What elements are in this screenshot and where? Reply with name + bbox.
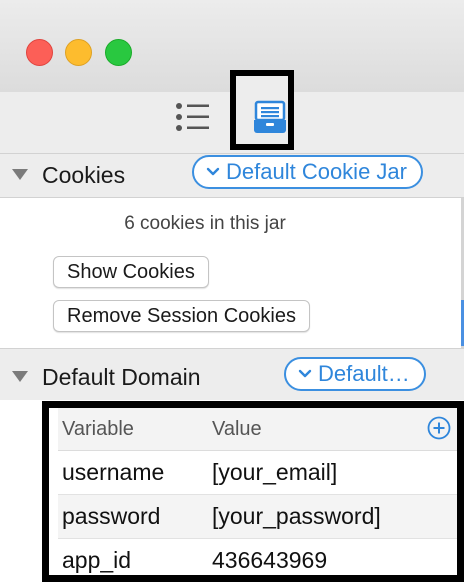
variable-cell[interactable]: password (62, 503, 160, 530)
cookie-jar-icon (254, 100, 286, 133)
show-cookies-button[interactable]: Show Cookies (53, 256, 209, 288)
default-domain-section-title: Default Domain (42, 364, 201, 390)
domain-select-label: Default… (318, 361, 410, 386)
table-row[interactable]: username [your_email] (58, 451, 457, 495)
add-variable-icon[interactable] (427, 416, 451, 440)
minimize-window-button[interactable] (65, 39, 92, 66)
cookie-count-text: 6 cookies in this jar (124, 213, 286, 234)
variables-table: Variable Value username [your_email] pas… (42, 401, 464, 582)
variable-column-header: Variable (62, 418, 134, 440)
cookie-jar-tab[interactable] (230, 70, 294, 150)
table-row[interactable]: password [your_password] (58, 495, 457, 539)
table-header: Variable Value (58, 408, 457, 451)
divider (0, 348, 464, 349)
table-row[interactable]: app_id 436643969 (58, 539, 457, 582)
value-cell[interactable]: 436643969 (212, 547, 327, 574)
list-icon[interactable] (175, 102, 211, 132)
close-window-button[interactable] (26, 39, 53, 66)
domain-select-button[interactable]: Default… (284, 357, 426, 391)
remove-session-cookies-button[interactable]: Remove Session Cookies (53, 300, 310, 332)
environment-window: Cookies Default Cookie Jar 6 cookies in … (0, 0, 464, 582)
chevron-down-icon (206, 167, 220, 176)
cookies-section-title: Cookies (42, 162, 126, 188)
disclosure-triangle-icon[interactable] (12, 371, 28, 382)
maximize-window-button[interactable] (105, 39, 132, 66)
disclosure-triangle-icon[interactable] (12, 169, 28, 180)
variable-cell[interactable]: app_id (62, 547, 131, 574)
value-column-header: Value (212, 418, 262, 440)
cookie-jar-select-label: Default Cookie Jar (226, 159, 407, 184)
default-domain-section-header: Default Domain Default… (0, 356, 464, 400)
value-cell[interactable]: [your_password] (212, 503, 381, 530)
value-cell[interactable]: [your_email] (212, 459, 337, 486)
chevron-down-icon (298, 369, 312, 378)
variable-cell[interactable]: username (62, 459, 164, 486)
cookies-section-header: Cookies Default Cookie Jar (0, 154, 464, 198)
cookie-jar-select-button[interactable]: Default Cookie Jar (192, 155, 423, 189)
